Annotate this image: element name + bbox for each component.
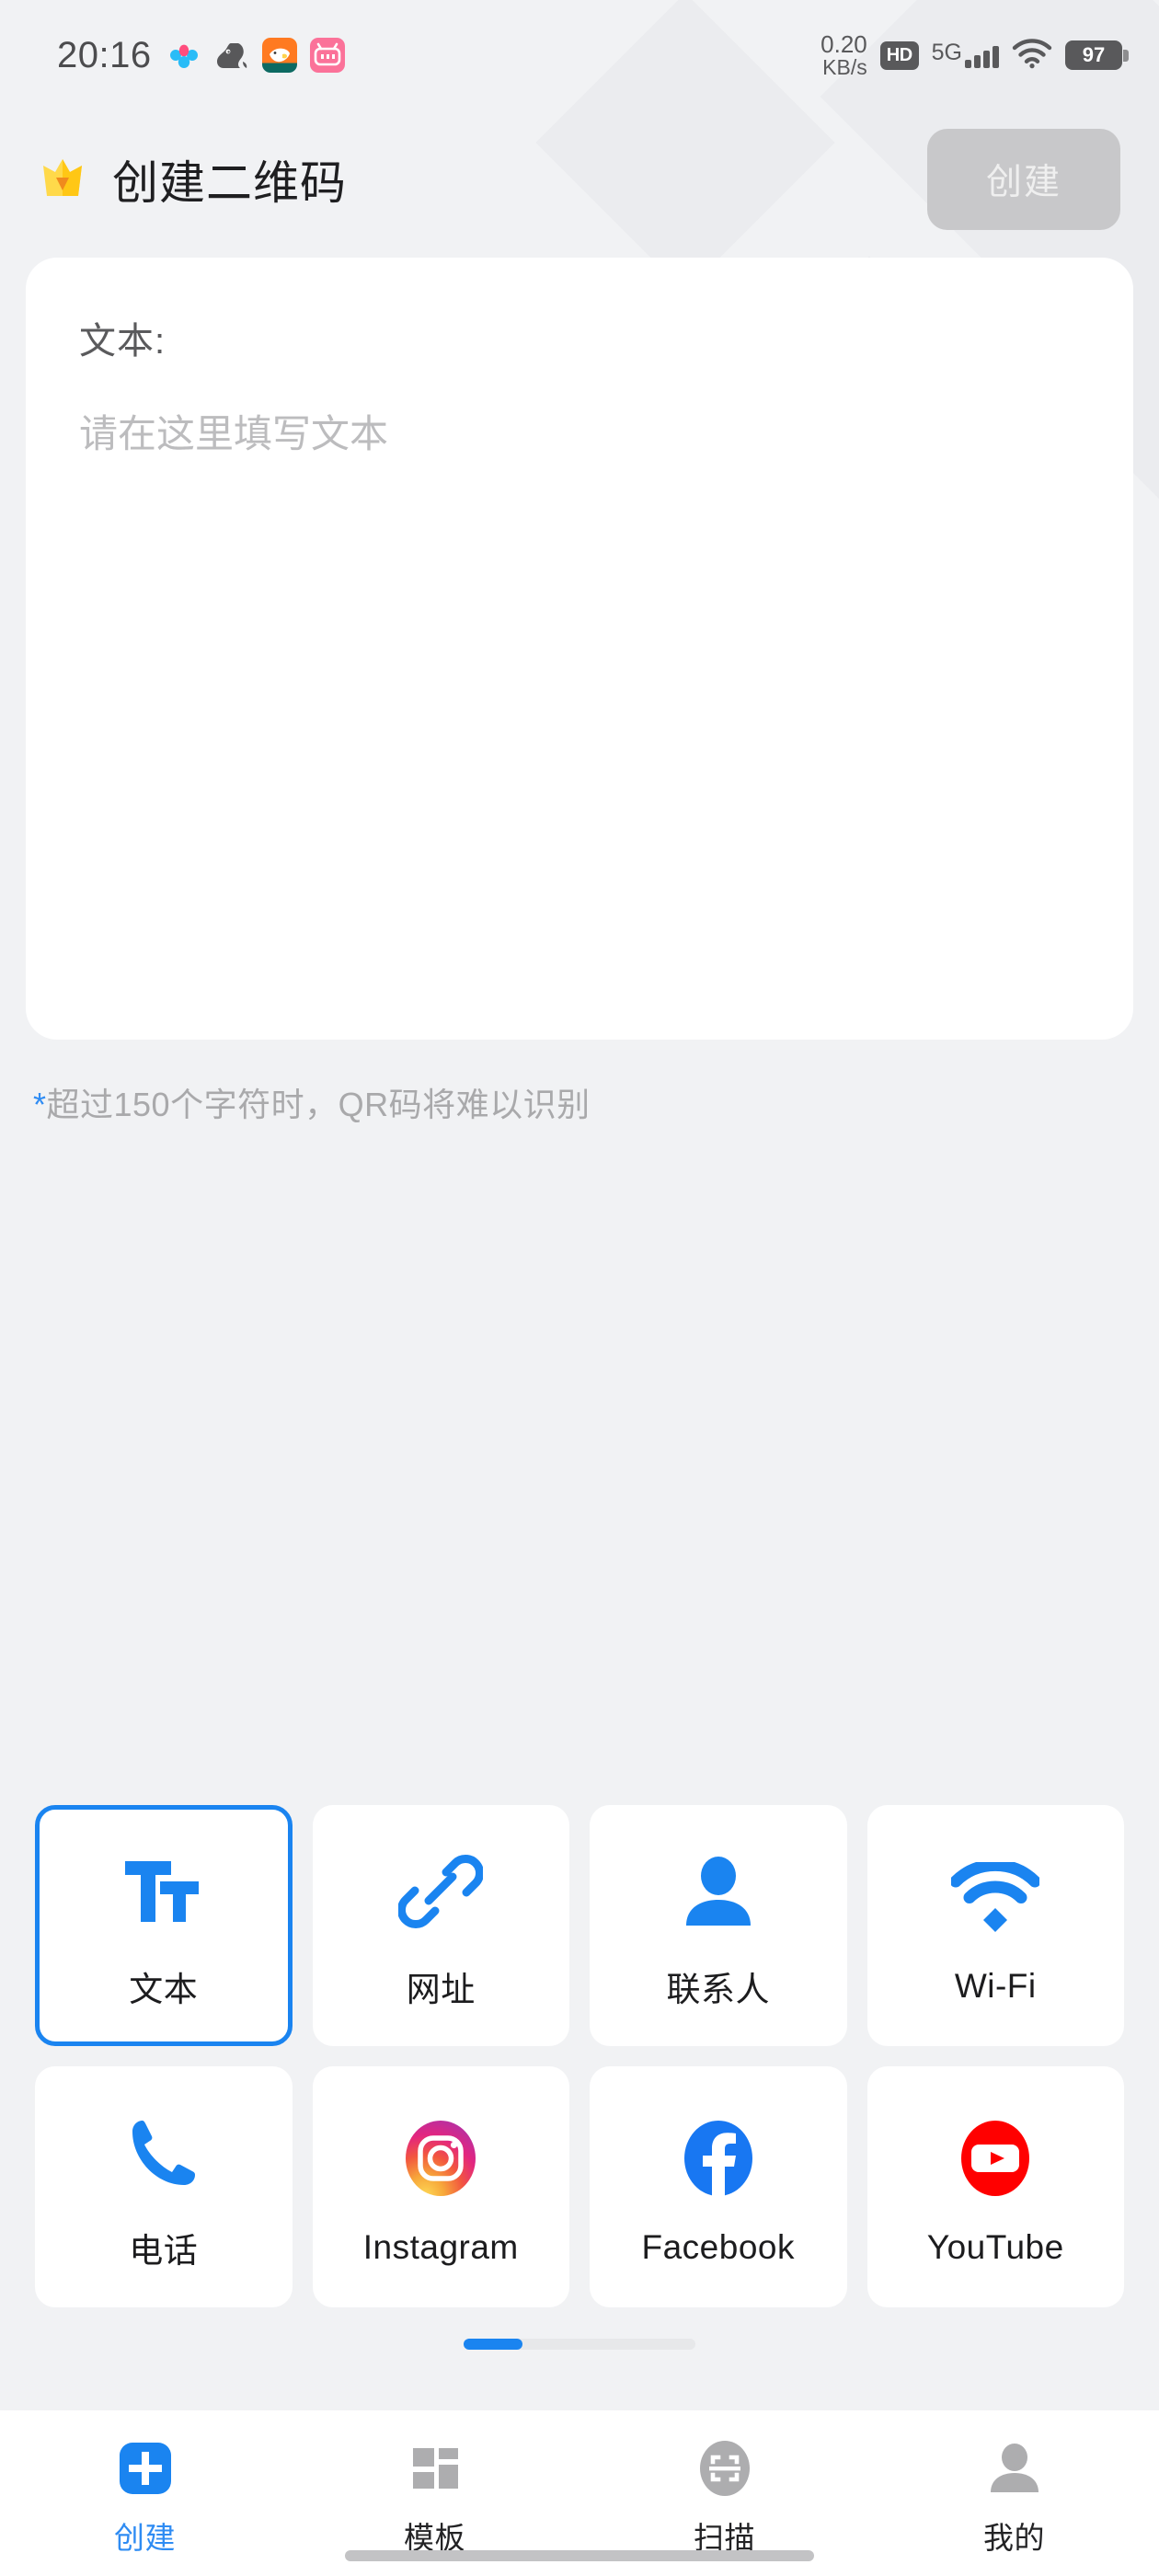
qr-type-tile-youtube[interactable]: YouTube — [866, 2066, 1124, 2307]
qr-type-grid: 文本 网址 联系人 Wi-Fi 电话 Instagram Facebook Yo… — [0, 1805, 1159, 2307]
link-icon — [398, 1840, 484, 1943]
status-bar-left: 20:16 — [57, 35, 345, 76]
status-bar-clock: 20:16 — [57, 34, 152, 75]
qr-type-label: 网址 — [406, 1971, 476, 2008]
nav-item-label: 创建 — [114, 2521, 176, 2555]
nav-item-profile[interactable]: 我的 — [869, 2434, 1159, 2558]
grid-template-icon — [406, 2434, 465, 2502]
qr-type-label: 文本 — [129, 1971, 199, 2008]
page-indicator-active — [464, 2339, 522, 2350]
plus-square-icon — [116, 2434, 175, 2502]
nav-item-label: 我的 — [983, 2521, 1045, 2555]
bottom-navigation-bar: 创建 模板 扫描 我的 — [0, 2410, 1159, 2576]
wifi-icon — [951, 1846, 1040, 1949]
status-bar: 20:16 0.20 KB/s HD 5G 97 — [0, 0, 1159, 110]
network-speed-unit: KB/s — [822, 54, 867, 79]
battery-icon: 97 — [1065, 40, 1129, 70]
nav-item-create[interactable]: 创建 — [0, 2434, 290, 2558]
qr-type-tile-text[interactable]: 文本 — [35, 1805, 293, 2046]
scan-qr-icon — [694, 2434, 756, 2502]
hint-text: 超过150个字符时，QR码将难以识别 — [46, 1086, 591, 1123]
qr-type-tile-instagram[interactable]: Instagram — [312, 2066, 569, 2307]
xianyu-app-icon — [261, 38, 297, 73]
qr-type-label: 电话 — [129, 2232, 199, 2270]
app-screen: 20:16 0.20 KB/s HD 5G 97 创建二维码 创建 文本: 请在… — [0, 0, 1159, 2576]
qr-type-label: Facebook — [641, 2228, 795, 2266]
character-limit-hint: *超过150个字符时，QR码将难以识别 — [33, 1078, 1159, 1126]
person-icon — [985, 2434, 1044, 2502]
person-icon — [679, 1840, 758, 1943]
bilibili-app-icon — [309, 38, 345, 73]
hint-asterisk: * — [33, 1086, 47, 1123]
network-speed-value: 0.20 — [820, 30, 867, 59]
qr-type-tile-wifi[interactable]: Wi-Fi — [866, 1805, 1124, 2046]
create-button[interactable]: 创建 — [927, 129, 1120, 230]
hd-icon: HD — [879, 40, 919, 70]
text-format-icon — [120, 1840, 208, 1943]
qr-type-tile-phone[interactable]: 电话 — [35, 2066, 293, 2307]
nav-item-templates[interactable]: 模板 — [290, 2434, 580, 2558]
baidu-netdisk-icon — [166, 38, 201, 73]
wifi-icon — [1012, 38, 1052, 74]
cellular-signal-indicator: 5G — [931, 39, 999, 69]
crown-vip-icon — [37, 155, 88, 203]
status-bar-app-icons — [166, 38, 345, 73]
home-indicator — [345, 2550, 814, 2561]
qr-type-tile-url[interactable]: 网址 — [312, 1805, 569, 2046]
status-bar-right: 0.20 KB/s HD 5G 97 — [820, 32, 1129, 78]
bottom-gap — [0, 2350, 1159, 2410]
phone-icon — [124, 2101, 203, 2204]
page-title: 创建二维码 — [112, 157, 347, 209]
page-header: 创建二维码 创建 — [0, 110, 1159, 248]
qr-type-tile-contact[interactable]: 联系人 — [590, 1805, 847, 2046]
network-speed-indicator: 0.20 KB/s — [820, 32, 867, 78]
page-indicator[interactable] — [464, 2339, 695, 2350]
network-type-label: 5G — [931, 39, 962, 65]
youtube-icon — [956, 2107, 1035, 2210]
text-input[interactable] — [79, 408, 1080, 960]
facebook-icon — [679, 2107, 758, 2210]
nav-item-scan[interactable]: 扫描 — [580, 2434, 869, 2558]
text-field-label: 文本: — [79, 321, 166, 362]
qr-type-label: Wi-Fi — [954, 1967, 1037, 2005]
signal-bars-icon — [965, 46, 999, 69]
squirrel-app-icon — [214, 38, 249, 73]
qr-type-label: 联系人 — [666, 1971, 770, 2008]
qr-type-tile-facebook[interactable]: Facebook — [590, 2066, 847, 2307]
qr-type-label: Instagram — [362, 2228, 519, 2266]
text-input-card: 文本: — [26, 258, 1133, 1040]
instagram-icon — [401, 2107, 480, 2210]
qr-type-label: YouTube — [926, 2228, 1064, 2266]
